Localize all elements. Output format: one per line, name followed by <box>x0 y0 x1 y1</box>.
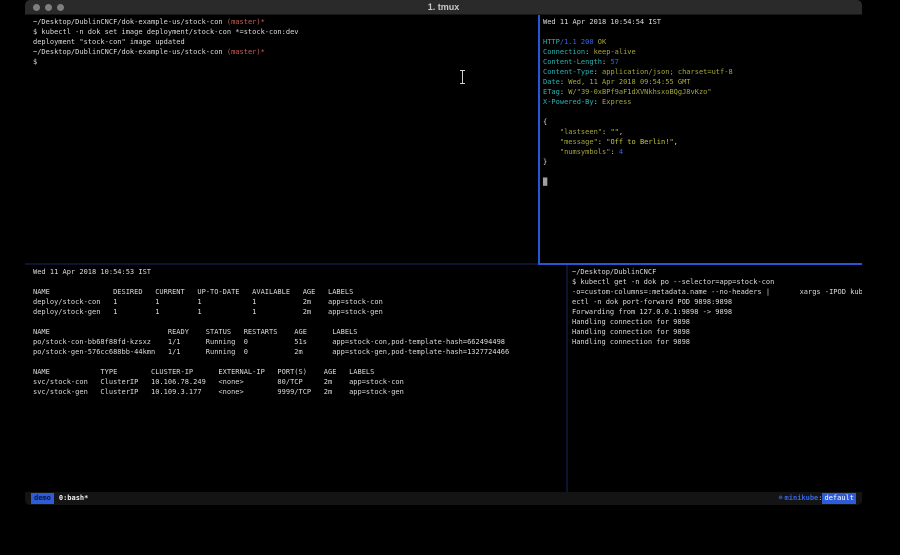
pane-bottom-left-kubectl-watch[interactable]: Wed 11 Apr 2018 10:54:53 IST NAME DESIRE… <box>25 265 574 495</box>
pane-top-right-http-response[interactable]: Wed 11 Apr 2018 10:54:54 IST HTTP/1.1 20… <box>540 15 862 265</box>
terminal-line: ~/Desktop/DublinCNCF <box>572 267 862 277</box>
terminal-line: Handling connection for 9898 <box>572 327 862 337</box>
traffic-lights <box>33 4 64 11</box>
terminal-line: po/stock-con-bb68f88fd-kzsxz 1/1 Running… <box>33 337 574 347</box>
pane-bottom-right-port-forward[interactable]: ~/Desktop/DublinCNCF$ kubectl get -n dok… <box>568 265 862 495</box>
terminal-line: █ <box>543 177 862 187</box>
terminal-line: svc/stock-gen ClusterIP 10.109.3.177 <no… <box>33 387 574 397</box>
terminal-line: deploy/stock-gen 1 1 1 1 2m app=stock-ge… <box>33 307 574 317</box>
terminal-line <box>33 277 574 287</box>
terminal-line: Connection: keep-alive <box>543 47 862 57</box>
kube-namespace-badge: default <box>822 493 856 504</box>
terminal-line: Forwarding from 127.0.0.1:9898 -> 9898 <box>572 307 862 317</box>
terminal-line: NAME TYPE CLUSTER-IP EXTERNAL-IP PORT(S)… <box>33 367 574 377</box>
terminal-line: Handling connection for 9898 <box>572 317 862 327</box>
terminal-line: NAME READY STATUS RESTARTS AGE LABELS <box>33 327 574 337</box>
terminal-line: $ kubectl get -n dok po --selector=app=s… <box>572 277 862 287</box>
session-name-badge: demo <box>31 493 54 504</box>
terminal-line: ~/Desktop/DublinCNCF/dok-example-us/stoc… <box>33 47 546 57</box>
window-tab-bash[interactable]: 0:bash* <box>59 493 89 504</box>
terminal-line <box>543 27 862 37</box>
terminal-window: 1. tmux ~/Desktop/DublinCNCF/dok-example… <box>25 0 862 505</box>
terminal-line: X-Powered-By: Express <box>543 97 862 107</box>
terminal-line: NAME DESIRED CURRENT UP-TO-DATE AVAILABL… <box>33 287 574 297</box>
terminal-line: "message": "Off to Berlin!", <box>543 137 862 147</box>
window-title: 1. tmux <box>25 0 862 14</box>
terminal-line <box>33 357 574 367</box>
terminal-line: "lastseen": "", <box>543 127 862 137</box>
tmux-session-area: ~/Desktop/DublinCNCF/dok-example-us/stoc… <box>25 15 862 492</box>
terminal-line: po/stock-gen-576cc688bb-44kmn 1/1 Runnin… <box>33 347 574 357</box>
terminal-line: Content-Type: application/json; charset=… <box>543 67 862 77</box>
close-button[interactable] <box>33 4 40 11</box>
terminal-line: { <box>543 117 862 127</box>
terminal-line: } <box>543 157 862 167</box>
terminal-line: "numsymbols": 4 <box>543 147 862 157</box>
kubernetes-wheel-icon: ☸ <box>778 493 782 504</box>
terminal-line: ~/Desktop/DublinCNCF/dok-example-us/stoc… <box>33 17 546 27</box>
terminal-line: Wed 11 Apr 2018 10:54:53 IST <box>33 267 574 277</box>
minimize-button[interactable] <box>45 4 52 11</box>
terminal-line: deploy/stock-con 1 1 1 1 2m app=stock-co… <box>33 297 574 307</box>
terminal-line: Wed 11 Apr 2018 10:54:54 IST <box>543 17 862 27</box>
kube-context-label: minikube <box>785 493 819 504</box>
mouse-ibeam-cursor <box>459 70 466 84</box>
terminal-line <box>33 317 574 327</box>
tmux-status-bar: demo 0:bash* ☸ minikube : default <box>25 492 862 505</box>
terminal-line: HTTP/1.1 200 OK <box>543 37 862 47</box>
terminal-line: Handling connection for 9898 <box>572 337 862 347</box>
terminal-line <box>543 107 862 117</box>
terminal-line <box>543 167 862 177</box>
terminal-line: Date: Wed, 11 Apr 2018 09:54:55 GMT <box>543 77 862 87</box>
terminal-line: deployment "stock-con" image updated <box>33 37 546 47</box>
terminal-line: $ kubectl -n dok set image deployment/st… <box>33 27 546 37</box>
title-bar: 1. tmux <box>25 0 862 15</box>
terminal-line: svc/stock-con ClusterIP 10.106.78.249 <n… <box>33 377 574 387</box>
terminal-line: $ <box>33 57 546 67</box>
pane-top-left-shell[interactable]: ~/Desktop/DublinCNCF/dok-example-us/stoc… <box>25 15 546 265</box>
terminal-line: Content-Length: 57 <box>543 57 862 67</box>
zoom-button[interactable] <box>57 4 64 11</box>
terminal-line: -o=custom-columns=:metadata.name --no-he… <box>572 287 862 297</box>
terminal-line: ectl -n dok port-forward POD 9898:9898 <box>572 297 862 307</box>
terminal-line: ETag: W/"39-0xBPf9aF1dXVNkhsxoBQgJ8vKzo" <box>543 87 862 97</box>
